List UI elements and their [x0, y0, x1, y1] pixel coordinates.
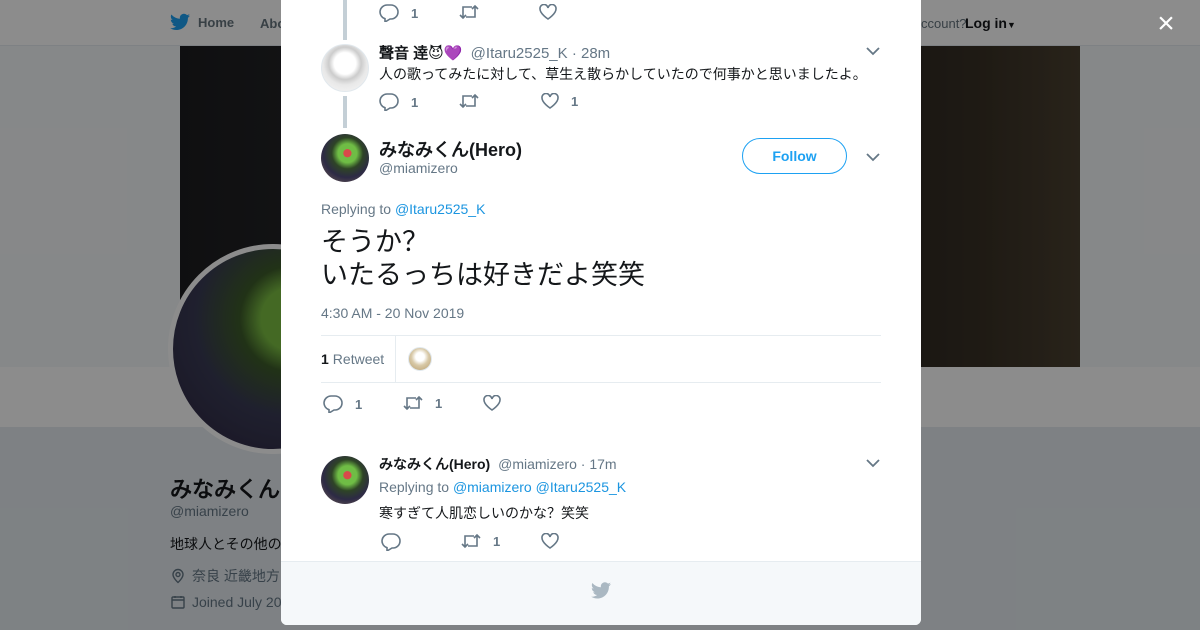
tweet-stats: 1 Retweet	[321, 335, 881, 383]
reply-author-handle[interactable]: @miamizero	[498, 456, 577, 472]
follow-button[interactable]: Follow	[742, 138, 847, 174]
like-action[interactable]	[541, 533, 559, 549]
reply-time[interactable]: · 17m	[581, 456, 617, 472]
reply-replying-to: Replying to @miamizero @Itaru2525_K	[379, 479, 626, 495]
retweet-icon	[461, 533, 481, 549]
reply-actions: 1	[381, 533, 681, 553]
reply-author-name[interactable]: みなみくん(Hero)	[379, 456, 490, 472]
twitter-bird-icon	[591, 582, 611, 599]
reply-text: 寒すぎて人肌恋しいのかな？笑笑	[379, 505, 589, 521]
main-tweet-timestamp[interactable]: 4:30 AM - 20 Nov 2019	[321, 305, 464, 321]
tweet-actions: 1 1	[379, 93, 679, 113]
main-tweet-text: そうか？ いたるっちは好きだよ笑笑	[321, 226, 645, 292]
thread-connector	[343, 96, 347, 128]
retweet-action[interactable]: 1	[461, 533, 500, 549]
main-author-handle[interactable]: @miamizero	[379, 160, 458, 176]
chevron-down-icon[interactable]	[866, 152, 880, 162]
retweet-icon	[459, 4, 479, 20]
stats-divider	[395, 336, 396, 382]
heart-icon	[541, 533, 559, 549]
reply-action[interactable]: 1	[323, 395, 362, 413]
tweet-header: 聲音 逹😈💜 @Itaru2525_K · 28m	[379, 42, 610, 63]
replying-prefix: Replying to	[321, 201, 392, 217]
heart-icon	[539, 4, 557, 20]
reply-icon	[379, 4, 399, 22]
retweet-action[interactable]	[459, 4, 479, 20]
heart-icon	[541, 93, 559, 109]
reply-icon	[379, 93, 399, 111]
author-handle[interactable]: @Itaru2525_K	[471, 45, 568, 62]
replying-prefix: Replying to	[379, 479, 450, 495]
main-tweet-line: そうか？	[321, 227, 429, 257]
tweet-permalink-modal: 1 聲音 逹😈💜 @Itaru2525_K · 28m 人の歌ってみたに対して、…	[281, 0, 921, 625]
replying-to: Replying to @Itaru2525_K	[321, 201, 485, 217]
like-action[interactable]	[483, 395, 501, 411]
reply-header: みなみくん(Hero) @miamizero · 17m	[379, 454, 617, 474]
close-modal-icon[interactable]: ×	[1154, 9, 1178, 39]
main-author-name[interactable]: みなみくん(Hero)	[379, 136, 522, 162]
retweet-stat-label: Retweet	[332, 351, 385, 367]
retweet-stat[interactable]: 1 Retweet	[321, 351, 384, 367]
reply-icon	[381, 533, 401, 551]
retweet-count: 1	[435, 395, 443, 411]
replying-to-link[interactable]: @Itaru2525_K	[536, 479, 627, 495]
main-tweet-avatar[interactable]	[321, 134, 369, 182]
retweet-action[interactable]: 1	[403, 395, 442, 411]
main-tweet-actions: 1 1	[323, 395, 623, 415]
retweet-stat-count: 1	[321, 351, 329, 367]
tweet-actions: 1	[379, 4, 679, 24]
reply-count: 1	[411, 94, 419, 110]
reply-action[interactable]: 1	[379, 4, 418, 22]
modal-footer	[281, 561, 921, 625]
tweet-avatar[interactable]	[321, 44, 369, 92]
thread-connector	[343, 0, 347, 40]
like-action[interactable]: 1	[541, 93, 578, 109]
retweeter-avatar[interactable]	[408, 347, 432, 371]
author-name[interactable]: 聲音 逹	[379, 45, 428, 62]
replying-to-link[interactable]: @miamizero	[453, 479, 532, 495]
retweet-action[interactable]	[459, 93, 479, 109]
author-emoji: 😈💜	[428, 45, 463, 62]
reply-icon	[323, 395, 343, 413]
reply-avatar[interactable]	[321, 456, 369, 504]
tweet-time[interactable]: · 28m	[572, 45, 610, 62]
retweet-count: 1	[493, 533, 501, 549]
reply-action[interactable]	[381, 533, 401, 551]
retweet-icon	[403, 395, 423, 411]
reply-action[interactable]: 1	[379, 93, 418, 111]
replying-to-link[interactable]: @Itaru2525_K	[395, 201, 486, 217]
like-action[interactable]	[539, 4, 557, 20]
heart-icon	[483, 395, 501, 411]
tweet-text: 人の歌ってみたに対して、草生え散らかしていたので何事かと思いましたよ。	[379, 66, 867, 82]
retweet-icon	[459, 93, 479, 109]
chevron-down-icon[interactable]	[866, 458, 880, 468]
reply-count: 1	[355, 396, 363, 412]
main-tweet-line: いたるっちは好きだよ笑笑	[321, 260, 645, 290]
chevron-down-icon[interactable]	[866, 46, 880, 56]
like-count: 1	[571, 93, 579, 109]
reply-count: 1	[411, 5, 419, 21]
